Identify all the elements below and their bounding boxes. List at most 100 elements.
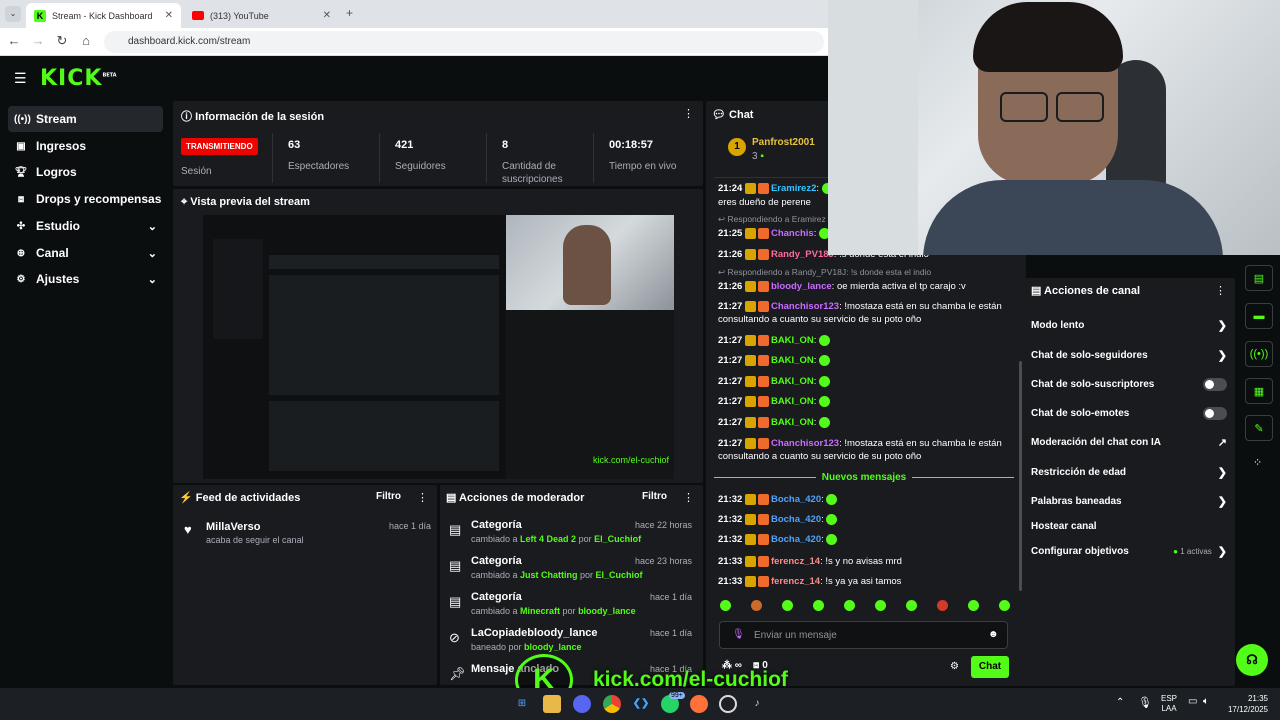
- clock[interactable]: 21:35 17/12/2025: [1220, 693, 1268, 715]
- layout-icon[interactable]: ▦: [1245, 378, 1273, 404]
- channel-action-2[interactable]: Chat de solo-suscriptores: [1031, 377, 1227, 391]
- emote-icon[interactable]: [782, 600, 793, 611]
- vscode-icon[interactable]: ❮❯: [632, 695, 650, 713]
- browser-tab-kick[interactable]: K Stream - Kick Dashboard ✕: [26, 3, 181, 28]
- activity-user[interactable]: MillaVerso: [206, 521, 260, 533]
- chat-username[interactable]: BAKI_ON: [771, 417, 814, 428]
- emote-icon[interactable]: [844, 600, 855, 611]
- chat-username[interactable]: BAKI_ON: [771, 355, 814, 366]
- chat-settings-icon[interactable]: ⚙: [950, 661, 959, 672]
- channel-action-8[interactable]: Configurar objetivos ● 1 activas ❯: [1031, 544, 1227, 558]
- mod-action-row[interactable]: ▤ Categoría cambiado a Minecraft por blo…: [446, 589, 696, 623]
- sidebar-item-estudio[interactable]: ✣ Estudio ⌄: [8, 213, 163, 239]
- toggle-switch[interactable]: [1203, 406, 1227, 420]
- hamburger-menu-icon[interactable]: ☰: [14, 70, 27, 87]
- wrench-icon[interactable]: ✎: [1245, 415, 1273, 441]
- file-explorer-icon[interactable]: [543, 695, 561, 713]
- chat-username[interactable]: BAKI_ON: [771, 396, 814, 407]
- discord-icon[interactable]: [573, 695, 591, 713]
- add-widget-icon[interactable]: ⁘: [1253, 456, 1262, 469]
- chrome-icon[interactable]: [603, 695, 621, 713]
- network-icon[interactable]: ▭: [1188, 696, 1197, 707]
- chat-username[interactable]: Bocha_420: [771, 494, 821, 505]
- emote-icon[interactable]: [906, 600, 917, 611]
- sidebar-item-ingresos[interactable]: ▣ Ingresos: [8, 133, 163, 159]
- tray-mic-icon[interactable]: 🎙︎: [1138, 696, 1152, 709]
- mic-icon[interactable]: 🎙︎: [732, 629, 745, 640]
- chat-username[interactable]: ferencz_14: [771, 576, 820, 587]
- channel-action-7[interactable]: Hostear canal: [1031, 519, 1227, 533]
- sidebar-item-logros[interactable]: 🏆︎ Logros: [8, 159, 163, 185]
- channel-action-3[interactable]: Chat de solo-emotes: [1031, 406, 1227, 420]
- chat-username[interactable]: Bocha_420: [771, 534, 821, 545]
- chat-username[interactable]: Randy_PV18J: [771, 249, 834, 260]
- obs-icon[interactable]: [719, 695, 737, 713]
- emote-icon[interactable]: [813, 600, 824, 611]
- sidebar-item-drops[interactable]: ⧈ Drops y recompensas: [8, 186, 163, 212]
- chat-input[interactable]: 🎙︎ Enviar un mensaje ☻: [719, 621, 1008, 649]
- close-tab-icon[interactable]: ✕: [165, 10, 173, 21]
- volume-icon[interactable]: 🔈︎: [1203, 696, 1209, 707]
- sidebar-item-ajustes[interactable]: ⚙ Ajustes ⌄: [8, 266, 163, 292]
- emote-icon[interactable]: [937, 600, 948, 611]
- chat-username[interactable]: Chanchis: [771, 228, 814, 239]
- reload-icon[interactable]: ↻: [54, 33, 70, 49]
- channel-action-1[interactable]: Chat de solo-seguidores ❯: [1031, 348, 1227, 362]
- emote-icon[interactable]: [968, 600, 979, 611]
- close-tab-icon[interactable]: ✕: [323, 10, 331, 21]
- chat-username[interactable]: Chanchisor123: [771, 301, 839, 312]
- mod-more-icon[interactable]: ⋮: [683, 491, 694, 504]
- chat-username[interactable]: Eramirez2: [771, 183, 816, 194]
- session-info-more-icon[interactable]: ⋮: [683, 107, 694, 120]
- new-tab-button[interactable]: +: [346, 6, 353, 20]
- chat-bubble-icon[interactable]: ▬: [1245, 303, 1273, 329]
- tray-chevron-icon[interactable]: ⌃: [1116, 697, 1124, 708]
- channel-action-6[interactable]: Palabras baneadas ❯: [1031, 494, 1227, 508]
- sidebar-item-stream[interactable]: ((•)) Stream: [8, 106, 163, 132]
- mod-action-row[interactable]: ▤ Categoría cambiado a Just Chatting por…: [446, 553, 696, 587]
- channel-action-0[interactable]: Modo lento ❯: [1031, 318, 1227, 332]
- category-icon: ▤: [449, 558, 462, 573]
- back-icon[interactable]: ←: [6, 33, 22, 49]
- chat-username[interactable]: BAKI_ON: [771, 335, 814, 346]
- chat-username[interactable]: Chanchisor123: [771, 438, 839, 449]
- input-language[interactable]: ESP LAA: [1161, 694, 1177, 714]
- emote-icon[interactable]: [720, 600, 731, 611]
- mod-filter-button[interactable]: Filtro: [642, 491, 667, 502]
- forward-icon[interactable]: →: [30, 33, 46, 49]
- support-chat-icon[interactable]: ☊: [1236, 644, 1268, 676]
- emote-icon: [826, 513, 838, 525]
- browser-tab-youtube[interactable]: (313) YouTube ✕: [184, 3, 339, 28]
- emote-icon[interactable]: [751, 600, 762, 611]
- sidebar-item-canal[interactable]: ⊕ Canal ⌄: [8, 240, 163, 266]
- chat-username[interactable]: bloody_lance: [771, 281, 832, 292]
- app-icon[interactable]: ♪: [748, 695, 766, 713]
- notes-icon[interactable]: ▤: [1245, 265, 1273, 291]
- chat-username[interactable]: ferencz_14: [771, 556, 820, 567]
- windows-start-icon[interactable]: ⊞: [513, 695, 531, 713]
- channel-action-5[interactable]: Restricción de edad ❯: [1031, 465, 1227, 479]
- activity-filter-button[interactable]: Filtro: [376, 491, 401, 502]
- pinned-user[interactable]: Panfrost2001: [752, 137, 815, 148]
- url-field[interactable]: dashboard.kick.com/stream: [104, 31, 824, 53]
- channel-actions-more-icon[interactable]: ⋮: [1215, 284, 1226, 297]
- chat-username[interactable]: Bocha_420: [771, 514, 821, 525]
- home-icon[interactable]: ⌂: [78, 33, 94, 49]
- stream-preview-video[interactable]: kick.com/el-cuchiof: [203, 215, 674, 479]
- chat-scrollbar[interactable]: [1019, 361, 1022, 591]
- emote-icon[interactable]: [875, 600, 886, 611]
- kick-logo[interactable]: KICKBETA: [40, 66, 117, 91]
- chat-send-button[interactable]: Chat: [971, 656, 1009, 678]
- emote-bar: [720, 600, 1010, 616]
- firefox-icon[interactable]: [690, 695, 708, 713]
- new-messages-divider[interactable]: Nuevos mensajes: [714, 470, 1014, 484]
- toggle-switch[interactable]: [1203, 377, 1227, 391]
- mod-action-row[interactable]: ▤ Categoría cambiado a Left 4 Dead 2 por…: [446, 517, 696, 551]
- emoji-icon[interactable]: ☻: [988, 629, 999, 640]
- emote-icon[interactable]: [999, 600, 1010, 611]
- chat-username[interactable]: BAKI_ON: [771, 376, 814, 387]
- tab-menu-button[interactable]: ⌄: [5, 6, 21, 22]
- channel-action-4[interactable]: Moderación del chat con IA ↗: [1031, 435, 1227, 449]
- activity-more-icon[interactable]: ⋮: [417, 491, 428, 504]
- broadcast-icon[interactable]: ((•)): [1245, 341, 1273, 367]
